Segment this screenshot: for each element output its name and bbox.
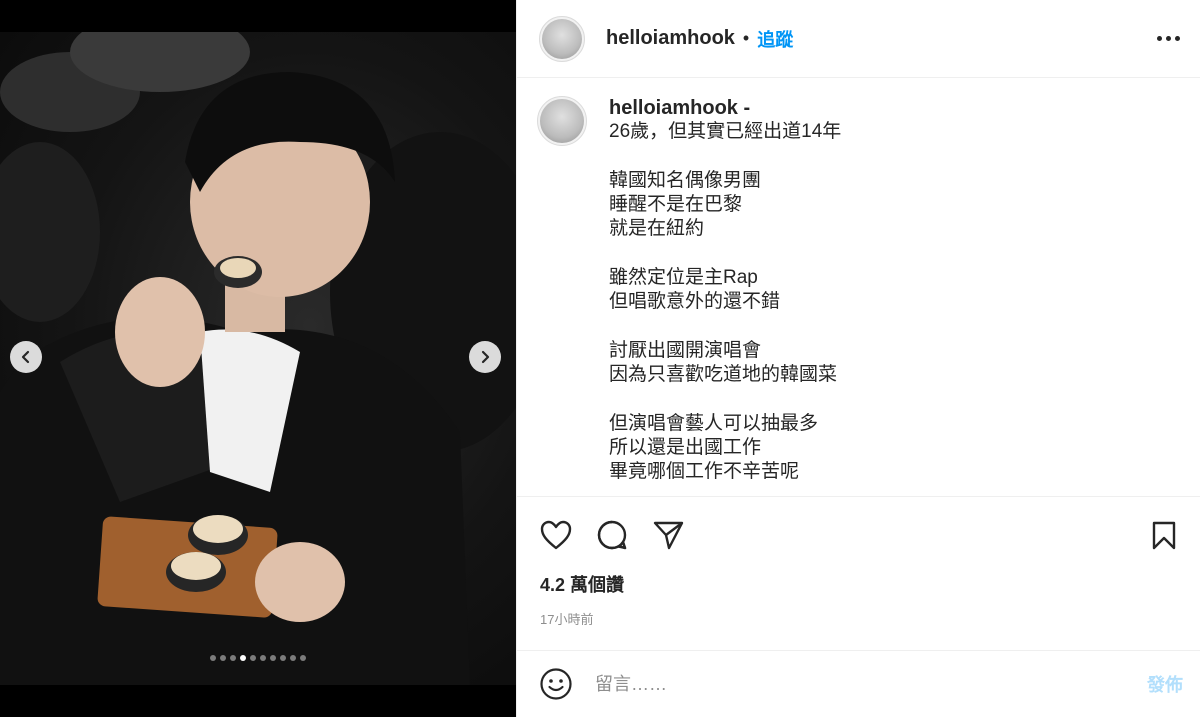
like-count[interactable]: 4.2 萬個讚	[517, 571, 1200, 597]
caption-area: helloiamhook - 26歲，但其實已經出道14年 韓國知名偶像男團 睡醒不…	[517, 78, 1200, 496]
caption-line: 所以還是出國工作	[609, 437, 762, 459]
share-button[interactable]	[651, 518, 685, 552]
carousel-dot	[220, 655, 226, 661]
comment-button[interactable]	[595, 518, 629, 552]
caption-avatar[interactable]	[537, 96, 587, 146]
caption-line	[609, 145, 841, 169]
like-button[interactable]	[539, 518, 573, 552]
post-photo[interactable]	[0, 32, 516, 685]
caption-line: 就是在紐約	[609, 218, 705, 240]
comment-input[interactable]	[595, 673, 1147, 695]
post-actions-section: 4.2 萬個讚 17小時前	[517, 496, 1200, 628]
post-timestamp[interactable]: 17小時前	[517, 609, 1200, 628]
caption-line: 因為只喜歡吃道地的韓國菜	[609, 364, 838, 386]
follow-button[interactable]: 追蹤	[757, 26, 793, 52]
smiley-icon	[540, 668, 572, 700]
chevron-left-icon	[21, 350, 30, 364]
comment-bubble-icon	[597, 520, 627, 550]
carousel-dot	[270, 655, 276, 661]
media-panel	[0, 0, 516, 717]
comment-bar: 發佈	[517, 650, 1200, 717]
carousel-dot	[240, 655, 246, 661]
photo-illustration	[0, 32, 516, 685]
carousel-dot	[250, 655, 256, 661]
caption-line: 但唱歌意外的還不錯	[609, 291, 781, 313]
caption-line: 但演唱會藝人可以抽最多	[609, 412, 819, 434]
caption-text: helloiamhook - 26歲，但其實已經出道14年 韓國知名偶像男團 睡醒不…	[609, 96, 841, 496]
caption-line	[609, 242, 841, 266]
caption-line	[609, 315, 841, 339]
header-separator: •	[742, 28, 750, 48]
carousel-dot	[290, 655, 296, 661]
more-options-icon[interactable]	[1157, 30, 1180, 47]
caption-line: 討厭出國開演唱會	[609, 339, 762, 361]
caption-line	[609, 388, 841, 412]
carousel-dot	[260, 655, 266, 661]
carousel-dot	[300, 655, 306, 661]
carousel-dot	[280, 655, 286, 661]
bookmark-icon	[1152, 521, 1176, 550]
emoji-button[interactable]	[539, 667, 573, 701]
caption-line: 畢竟哪個工作不辛苦呢	[609, 461, 800, 483]
caption-line: 韓國知名偶像男團	[609, 169, 762, 191]
avatar[interactable]	[539, 15, 585, 62]
carousel-next-button[interactable]	[469, 341, 501, 373]
post-side-panel: helloiamhook • 追蹤 helloiamhook - 26歲，但其實…	[516, 0, 1200, 717]
carousel-prev-button[interactable]	[10, 341, 42, 373]
header-username[interactable]: helloiamhook	[606, 27, 735, 50]
post-header: helloiamhook • 追蹤	[517, 0, 1200, 78]
carousel-indicator	[0, 655, 516, 661]
heart-icon	[540, 520, 572, 550]
caption-line: 26歲，但其實已經出道14年	[609, 121, 842, 143]
chevron-right-icon	[481, 350, 490, 364]
carousel-dot	[210, 655, 216, 661]
carousel-dot	[230, 655, 236, 661]
save-button[interactable]	[1147, 518, 1181, 552]
caption-line: 雖然定位是主Rap	[609, 267, 758, 289]
post-comment-button[interactable]: 發佈	[1147, 671, 1183, 697]
caption-username[interactable]: helloiamhook -	[609, 96, 841, 120]
paper-plane-icon	[653, 521, 684, 550]
caption-line: 睡醒不是在巴黎	[609, 194, 743, 216]
actions-bar	[517, 497, 1200, 573]
